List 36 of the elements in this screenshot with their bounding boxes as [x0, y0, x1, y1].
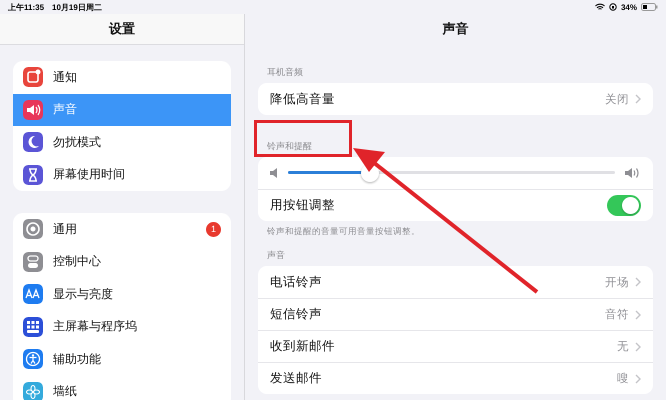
status-time: 上午11:35: [8, 2, 44, 12]
sidebar-item[interactable]: 控制中心: [13, 246, 231, 278]
wifi-icon: [594, 3, 605, 11]
notification-badge: 1: [206, 222, 221, 237]
orientation-lock-icon: [608, 3, 617, 11]
settings-row[interactable]: 收到新邮件 无: [258, 330, 653, 362]
sidebar-title: 设置: [109, 20, 135, 38]
sidebar-item[interactable]: 墙纸: [13, 376, 231, 400]
sidebar-item[interactable]: 辅助功能: [13, 343, 231, 376]
toggle-label: 用按钮调整: [258, 189, 653, 221]
settings-row[interactable]: 发送邮件 嗖: [258, 362, 653, 394]
chevron-icon: [635, 277, 641, 287]
status-date: 10月19日周二: [52, 2, 102, 12]
settings-row[interactable]: 电话铃声 开场: [258, 266, 653, 298]
chevron-icon: [635, 310, 641, 320]
speaker-quiet-icon: [270, 168, 278, 178]
sidebar-item[interactable]: 显示与亮度: [13, 278, 231, 310]
pane-title: 声音: [442, 20, 468, 38]
settings-row[interactable]: 降低高音量 关闭: [258, 83, 653, 115]
battery-percent: 34%: [620, 2, 637, 12]
section-header: 铃声和提醒: [266, 140, 313, 153]
section-header: 声音: [266, 249, 286, 262]
chevron-icon: [635, 374, 641, 384]
chevron-icon: [635, 342, 641, 352]
section-header: 耳机音频: [266, 66, 304, 79]
section-footer: 铃声和提醒的音量可用音量按钮调整。: [245, 224, 666, 238]
sidebar-item[interactable]: 主屏幕与程序坞: [13, 310, 231, 343]
chevron-icon: [635, 94, 641, 104]
sidebar-item[interactable]: 通知: [13, 61, 231, 94]
toggle-switch[interactable]: [607, 195, 641, 216]
speaker-loud-icon: [625, 167, 641, 179]
sidebar-item[interactable]: 通用 1: [13, 213, 231, 246]
battery-icon: [641, 3, 658, 11]
sidebar-item[interactable]: 屏幕使用时间: [13, 158, 231, 191]
settings-row[interactable]: 短信铃声 音符: [258, 298, 653, 330]
sidebar-item[interactable]: 勿扰模式: [13, 126, 231, 158]
